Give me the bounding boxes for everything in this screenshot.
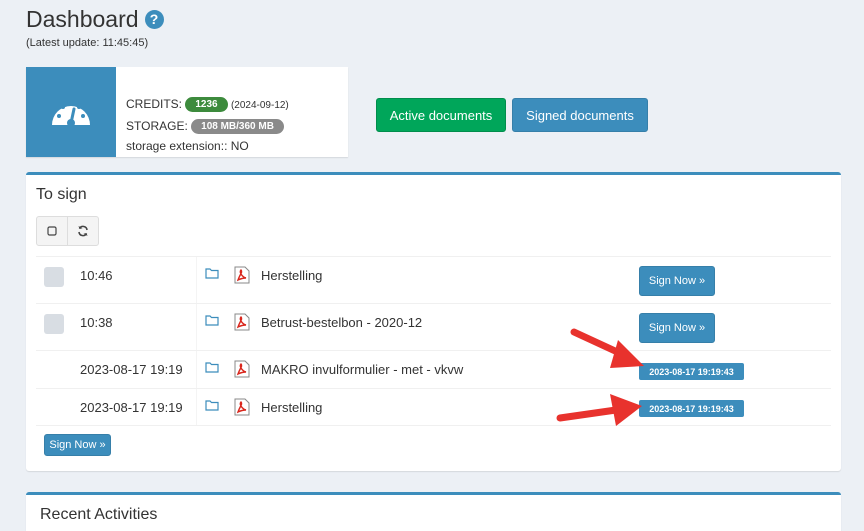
storage-line: STORAGE: 108 MB/360 MB <box>126 116 289 136</box>
signed-timestamp-badge: 2023-08-17 19:19:43 <box>639 400 744 417</box>
row-time: 10:46 <box>80 268 113 283</box>
row-time: 2023-08-17 19:19 <box>80 362 183 377</box>
red-arrow-annotation <box>570 328 644 368</box>
pdf-icon[interactable] <box>234 266 250 287</box>
signed-documents-button[interactable]: Signed documents <box>512 98 648 132</box>
page-title: Dashboard ? <box>26 6 164 33</box>
row-document-name[interactable]: MAKRO invulformulier - met - vkvw <box>261 362 463 377</box>
page-title-text: Dashboard <box>26 6 139 32</box>
info-box-content: CREDITS: 1236 (2024-09-12) STORAGE: 108 … <box>126 94 289 156</box>
refresh-icon <box>78 225 89 237</box>
folder-icon[interactable] <box>205 267 219 282</box>
pdf-icon[interactable] <box>234 360 250 381</box>
row-checkbox[interactable] <box>44 267 64 287</box>
dashboard-gauge-icon <box>26 67 116 157</box>
toolbar <box>36 216 99 246</box>
pdf-icon[interactable] <box>234 313 250 334</box>
to-sign-box: To sign 10:46 Herstelling Sign Now » 10:… <box>26 172 841 471</box>
red-arrow-annotation <box>556 394 642 426</box>
table-row: 10:38 Betrust-bestelbon - 2020-12 Sign N… <box>36 303 831 350</box>
storage-label: STORAGE: <box>126 119 188 133</box>
active-documents-button[interactable]: Active documents <box>376 98 506 132</box>
row-document-name[interactable]: Herstelling <box>261 268 322 283</box>
help-icon[interactable]: ? <box>144 10 164 29</box>
credits-line: CREDITS: 1236 (2024-09-12) <box>126 94 289 116</box>
credits-date: (2024-09-12) <box>230 100 289 111</box>
row-document-name[interactable]: Betrust-bestelbon - 2020-12 <box>261 315 422 330</box>
credits-label: CREDITS: <box>126 97 183 111</box>
table-row: 10:46 Herstelling Sign Now » <box>36 256 831 303</box>
row-checkbox[interactable] <box>44 314 64 334</box>
folder-icon[interactable] <box>205 314 219 329</box>
recent-activities-box: Recent Activities <box>26 492 841 531</box>
recent-activities-title: Recent Activities <box>40 506 158 523</box>
row-time: 2023-08-17 19:19 <box>80 400 183 415</box>
table-row: 2023-08-17 19:19 Herstelling 2023-08-17 … <box>36 388 831 426</box>
select-all-button[interactable] <box>37 217 67 245</box>
folder-icon[interactable] <box>205 361 219 376</box>
table-row: 2023-08-17 19:19 MAKRO invulformulier - … <box>36 350 831 388</box>
row-time: 10:38 <box>80 315 113 330</box>
folder-icon[interactable] <box>205 399 219 414</box>
sign-now-button[interactable]: Sign Now » <box>639 266 715 296</box>
refresh-button[interactable] <box>67 217 98 245</box>
storage-extension: storage extension:: NO <box>126 139 249 153</box>
to-sign-title: To sign <box>36 186 87 203</box>
credits-badge: 1236 <box>185 97 228 113</box>
sign-now-selected-button[interactable]: Sign Now » <box>44 434 111 456</box>
row-document-name[interactable]: Herstelling <box>261 400 322 415</box>
checkbox-icon <box>47 226 57 236</box>
pdf-icon[interactable] <box>234 398 250 419</box>
info-box: CREDITS: 1236 (2024-09-12) STORAGE: 108 … <box>26 67 348 157</box>
storage-badge: 108 MB/360 MB <box>191 119 284 135</box>
last-update: (Latest update: 11:45:45) <box>26 37 149 49</box>
